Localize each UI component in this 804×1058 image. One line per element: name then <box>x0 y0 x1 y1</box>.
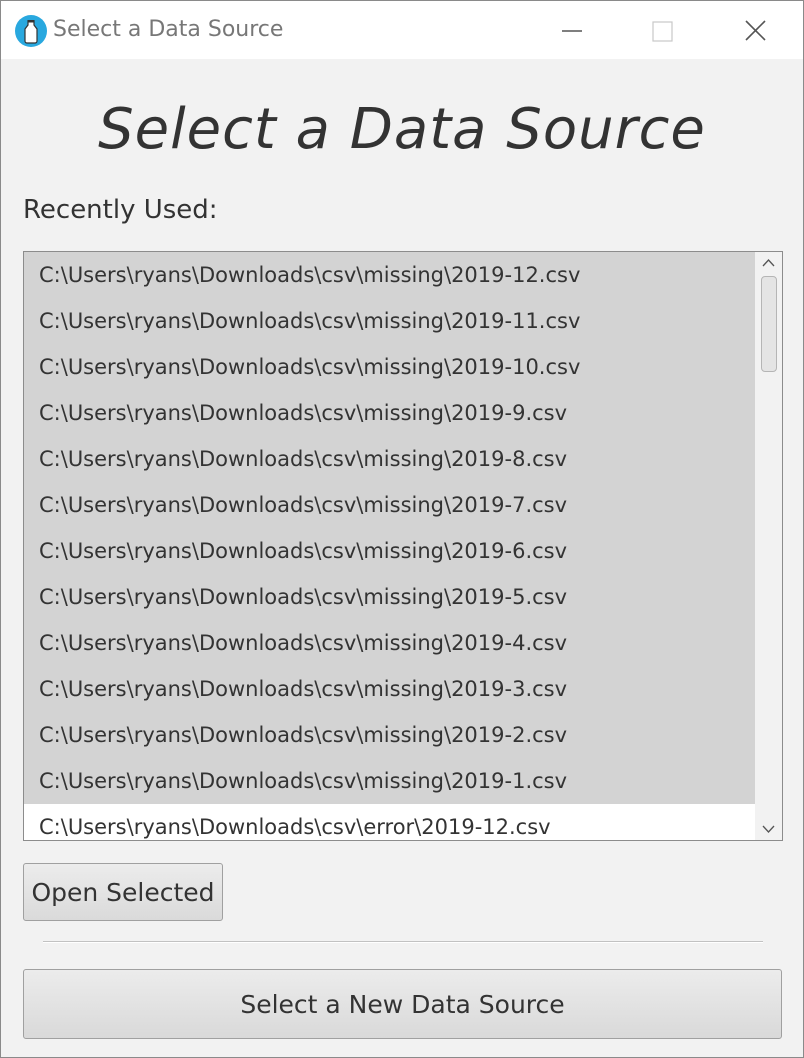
scrollbar-thumb[interactable] <box>761 276 777 372</box>
minimize-button[interactable] <box>541 1 601 59</box>
list-item[interactable]: C:\Users\ryans\Downloads\csv\missing\201… <box>24 712 755 758</box>
list-item[interactable]: C:\Users\ryans\Downloads\csv\missing\201… <box>24 482 755 528</box>
maximize-button[interactable] <box>631 1 691 59</box>
window-title: Select a Data Source <box>53 17 284 42</box>
select-new-data-source-button[interactable]: Select a New Data Source <box>23 969 782 1039</box>
recent-files-items: C:\Users\ryans\Downloads\csv\missing\201… <box>24 252 755 840</box>
chevron-up-icon <box>762 259 775 267</box>
list-item[interactable]: C:\Users\ryans\Downloads\csv\missing\201… <box>24 344 755 390</box>
list-item[interactable]: C:\Users\ryans\Downloads\csv\missing\201… <box>24 666 755 712</box>
list-item[interactable]: C:\Users\ryans\Downloads\csv\missing\201… <box>24 436 755 482</box>
list-item[interactable]: C:\Users\ryans\Downloads\csv\missing\201… <box>24 528 755 574</box>
title-bar[interactable]: Select a Data Source <box>1 1 803 59</box>
maximize-icon <box>652 21 673 42</box>
separator <box>43 941 763 943</box>
list-item[interactable]: C:\Users\ryans\Downloads\csv\missing\201… <box>24 252 755 298</box>
chevron-down-icon <box>762 825 775 833</box>
close-button[interactable] <box>725 1 785 59</box>
list-item[interactable]: C:\Users\ryans\Downloads\csv\missing\201… <box>24 574 755 620</box>
app-window: Select a Data Source Select a Data Sourc… <box>0 0 804 1058</box>
close-icon <box>745 20 766 41</box>
recently-used-label: Recently Used: <box>23 195 218 225</box>
scroll-up-button[interactable] <box>755 252 782 274</box>
page-title: Select a Data Source <box>98 97 706 162</box>
list-item[interactable]: C:\Users\ryans\Downloads\csv\missing\201… <box>24 620 755 666</box>
scroll-down-button[interactable] <box>755 818 782 840</box>
list-item[interactable]: C:\Users\ryans\Downloads\csv\missing\201… <box>24 390 755 436</box>
list-item[interactable]: C:\Users\ryans\Downloads\csv\missing\201… <box>24 758 755 804</box>
list-item[interactable]: C:\Users\ryans\Downloads\csv\error\2019-… <box>24 804 755 840</box>
minimize-icon <box>562 30 582 32</box>
milk-bottle-icon <box>15 15 47 47</box>
vertical-scrollbar[interactable] <box>755 252 782 840</box>
list-item[interactable]: C:\Users\ryans\Downloads\csv\missing\201… <box>24 298 755 344</box>
open-selected-button[interactable]: Open Selected <box>23 863 223 921</box>
recent-files-list[interactable]: C:\Users\ryans\Downloads\csv\missing\201… <box>23 251 783 841</box>
